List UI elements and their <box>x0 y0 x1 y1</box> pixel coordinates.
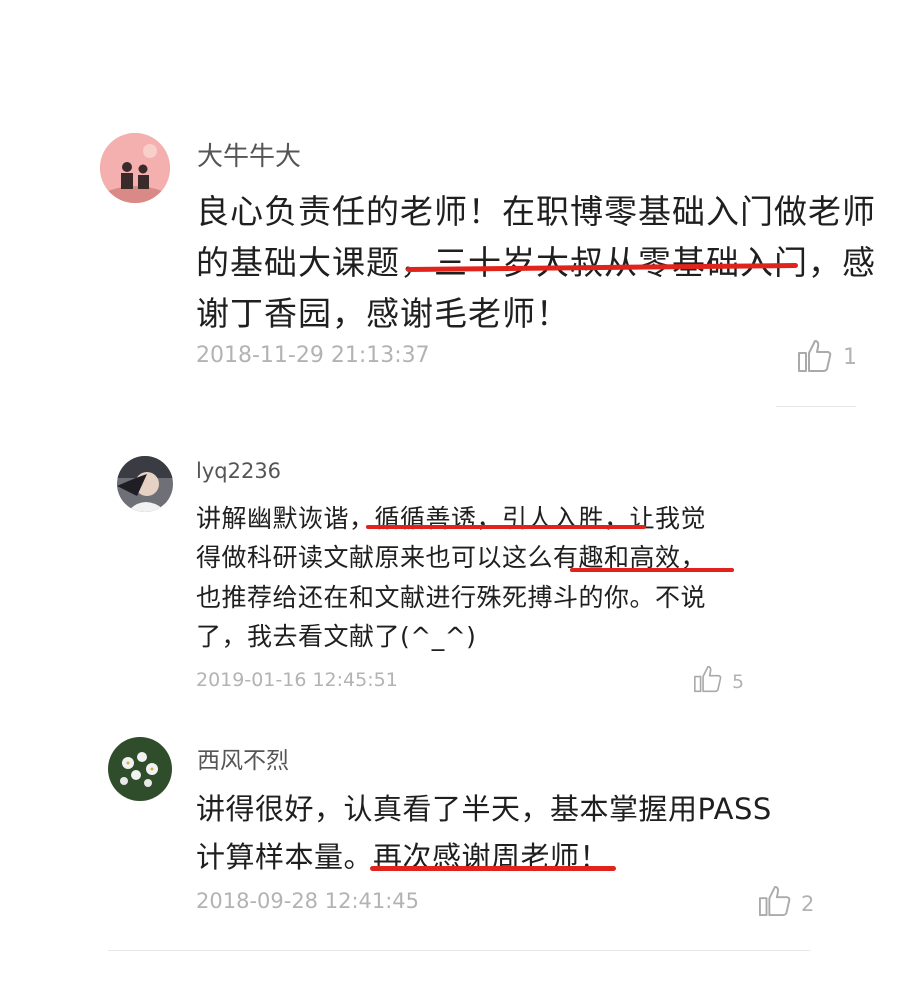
avatar[interactable] <box>108 737 172 801</box>
comment-divider <box>108 950 810 951</box>
comment-text-line: 也推荐给还在和文献进行殊死搏斗的你。不说 <box>196 583 707 612</box>
comment-timestamp: 2018-11-29 21:13:37 <box>196 343 430 368</box>
portrait-photo-icon <box>117 456 173 512</box>
thumbs-up-icon[interactable] <box>693 665 723 697</box>
username[interactable]: 西风不烈 <box>197 741 289 775</box>
comment-text-line: 的基础大课题，三十岁大叔从零基础入门，感 <box>196 243 876 282</box>
like-count: 5 <box>732 671 745 693</box>
comment-timestamp: 2019-01-16 12:45:51 <box>196 669 398 691</box>
white-flower-icon <box>108 737 172 801</box>
comment-text-line: 了，我去看文献了(^_^) <box>196 622 477 651</box>
username[interactable]: lyq2236 <box>196 459 281 483</box>
thumbs-up-icon[interactable] <box>758 885 792 921</box>
comment-text-line: 讲得很好，认真看了半天，基本掌握用PASS <box>196 792 772 826</box>
comment-text-line: 讲解幽默诙谐，循循善诱，引人入胜，让我觉 <box>196 504 707 533</box>
like-count: 2 <box>801 892 815 916</box>
username[interactable]: 大牛牛大 <box>197 136 301 173</box>
highlight-underline <box>570 568 734 572</box>
like-count: 1 <box>843 345 857 370</box>
comment-timestamp: 2018-09-28 12:41:45 <box>196 889 420 913</box>
highlight-underline <box>366 525 646 529</box>
couple-silhouette-icon <box>100 133 170 203</box>
thumbs-up-icon[interactable] <box>797 339 833 377</box>
highlight-underline <box>370 866 616 871</box>
avatar[interactable] <box>117 456 173 512</box>
avatar[interactable] <box>100 133 170 203</box>
comment-text-line: 谢丁香园，感谢毛老师！ <box>196 294 570 333</box>
comment-divider <box>776 406 856 407</box>
comment-text-line: 良心负责任的老师！在职博零基础入门做老师 <box>196 192 876 231</box>
